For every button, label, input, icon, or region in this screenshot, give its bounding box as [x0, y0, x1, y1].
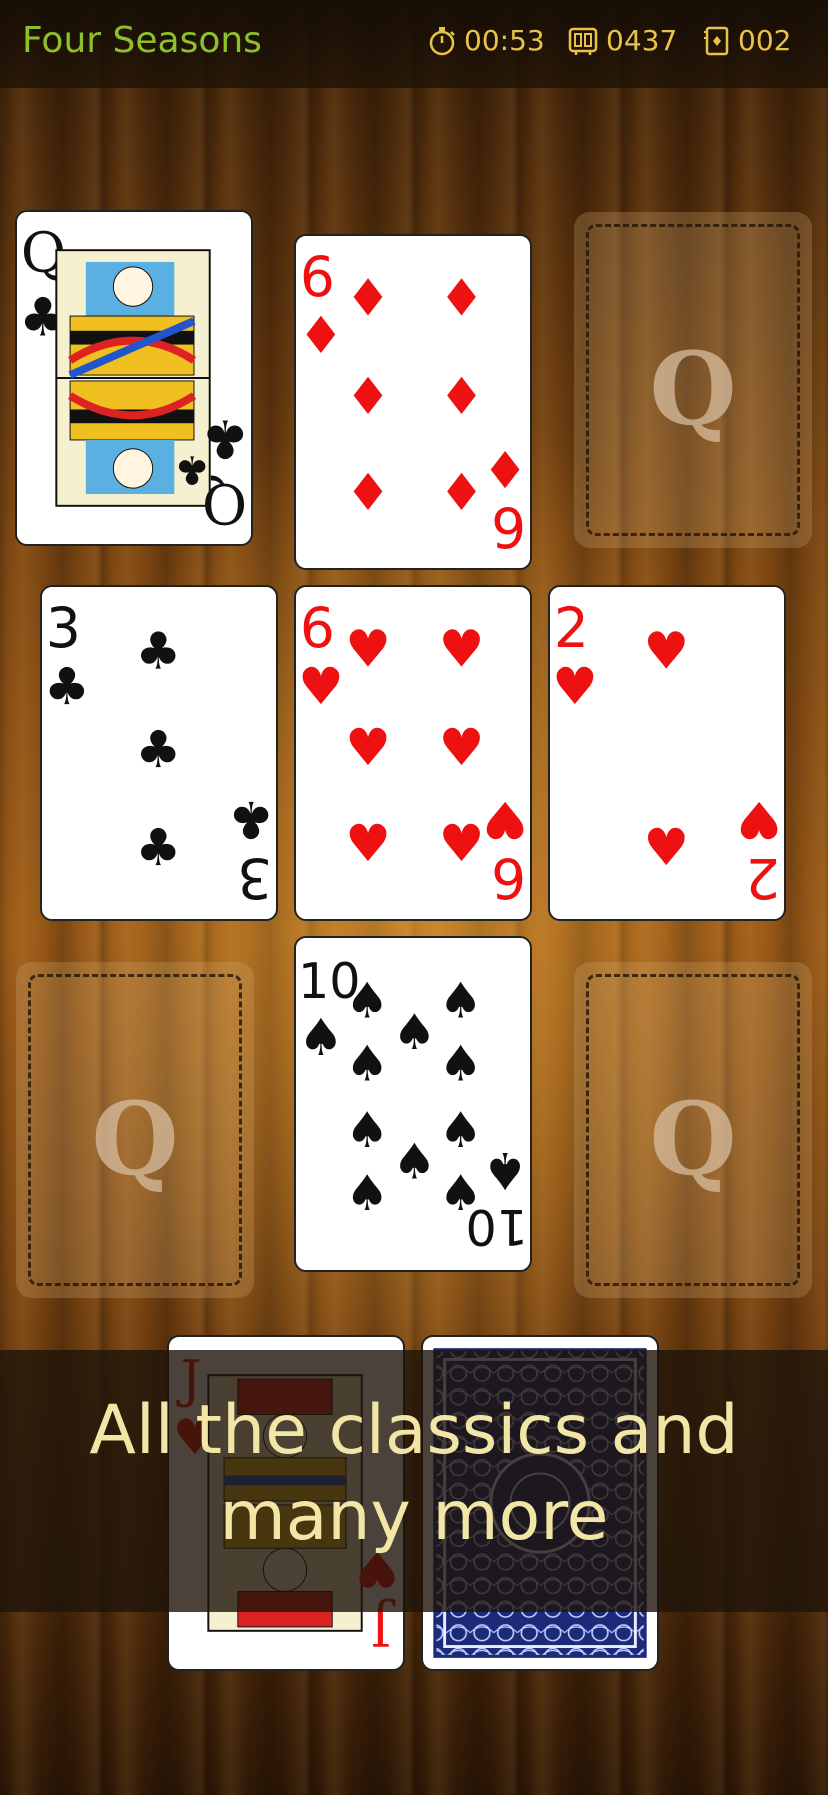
- svg-text:♠: ♠: [482, 1140, 528, 1199]
- card-queen-of-clubs[interactable]: Q ♣ ♣ Q ♣ ♣: [15, 210, 253, 546]
- top-bar: Four Seasons 00:53 0437 002: [0, 0, 828, 88]
- foundation-slot-label: Q: [649, 1080, 737, 1198]
- svg-text:♦: ♦: [439, 464, 485, 523]
- foundation-slot-label: Q: [649, 330, 737, 448]
- svg-text:♦: ♦: [439, 269, 485, 328]
- svg-text:♠: ♠: [345, 1101, 389, 1159]
- svg-text:♣: ♣: [201, 407, 249, 469]
- svg-text:♦: ♦: [298, 307, 344, 366]
- svg-text:♠: ♠: [345, 1164, 389, 1222]
- svg-text:♠: ♠: [439, 1034, 483, 1092]
- svg-text:♠: ♠: [345, 971, 389, 1029]
- foundation-slot-label: Q: [91, 1080, 179, 1198]
- svg-text:♥: ♥: [439, 719, 485, 778]
- scoreboard-icon: [568, 26, 598, 56]
- svg-text:♥: ♥: [345, 815, 391, 874]
- svg-text:♠: ♠: [439, 971, 483, 1029]
- svg-text:3: 3: [46, 596, 81, 660]
- svg-text:♠: ♠: [392, 1003, 436, 1061]
- svg-text:♦: ♦: [345, 269, 391, 328]
- svg-text:♥: ♥: [736, 789, 782, 848]
- svg-text:♣: ♣: [135, 819, 181, 878]
- svg-text:10: 10: [466, 1198, 529, 1256]
- promo-line-1: All the classics and: [89, 1391, 739, 1470]
- svg-text:♣: ♣: [135, 622, 181, 681]
- foundation-slot-bottom-left[interactable]: Q: [16, 962, 254, 1298]
- svg-text:♥: ♥: [482, 789, 528, 848]
- svg-text:6: 6: [491, 846, 526, 910]
- card-six-of-diamonds[interactable]: 6 ♦ ♦ ♦ ♦ ♦ ♦ ♦ 6 ♦: [294, 234, 532, 570]
- svg-text:♥: ♥: [552, 658, 598, 717]
- game-title: Four Seasons: [22, 20, 262, 61]
- card-three-of-clubs[interactable]: 3 ♣ ♣ ♣ ♣ 3 ♣: [40, 585, 278, 921]
- svg-text:♦: ♦: [345, 464, 391, 523]
- svg-text:♠: ♠: [298, 1009, 344, 1068]
- svg-text:♠: ♠: [345, 1034, 389, 1092]
- svg-text:♦: ♦: [345, 368, 391, 427]
- card-six-of-hearts[interactable]: 6 ♥ ♥ ♥ ♥ ♥ ♥ ♥ 6 ♥: [294, 585, 532, 921]
- foundation-slot-bottom-right[interactable]: Q: [574, 962, 812, 1298]
- card-two-of-hearts[interactable]: 2 ♥ ♥ ♥ 2 ♥: [548, 585, 786, 921]
- svg-text:6: 6: [491, 495, 526, 559]
- svg-text:♥: ♥: [643, 819, 689, 878]
- svg-text:♥: ♥: [345, 620, 391, 679]
- stock-count-value: 002: [738, 24, 792, 57]
- svg-text:6: 6: [300, 245, 335, 309]
- svg-text:♦: ♦: [482, 438, 528, 497]
- svg-text:♥: ♥: [643, 622, 689, 681]
- moves-stat: 0437: [568, 24, 677, 57]
- svg-text:♣: ♣: [228, 789, 274, 848]
- svg-text:2: 2: [554, 596, 589, 660]
- svg-text:♠: ♠: [439, 1101, 483, 1159]
- svg-text:♥: ♥: [439, 815, 485, 874]
- svg-text:♠: ♠: [392, 1133, 436, 1191]
- timer-value: 00:53: [464, 24, 545, 57]
- svg-text:2: 2: [745, 846, 780, 910]
- svg-text:♣: ♣: [135, 721, 181, 780]
- svg-text:♣: ♣: [44, 658, 90, 717]
- card-ten-of-spades[interactable]: 10 ♠ ♠ ♠ ♠ ♠ ♠ ♠ ♠ ♠ ♠ ♠ 10 ♠: [294, 936, 532, 1272]
- stopwatch-icon: [428, 26, 456, 56]
- promo-banner-text: All the classics and many more: [0, 1388, 828, 1560]
- card-deck-icon: [704, 26, 730, 56]
- svg-text:♥: ♥: [345, 719, 391, 778]
- svg-text:3: 3: [237, 846, 272, 910]
- moves-value: 0437: [606, 24, 678, 57]
- stock-count-stat: 002: [704, 24, 791, 57]
- svg-text:♦: ♦: [439, 368, 485, 427]
- promo-line-2: many more: [219, 1477, 609, 1556]
- svg-text:♥: ♥: [439, 620, 485, 679]
- svg-text:6: 6: [300, 596, 335, 660]
- timer-stat: 00:53: [428, 24, 545, 57]
- foundation-slot-top-right[interactable]: Q: [574, 212, 812, 548]
- svg-text:♥: ♥: [298, 658, 344, 717]
